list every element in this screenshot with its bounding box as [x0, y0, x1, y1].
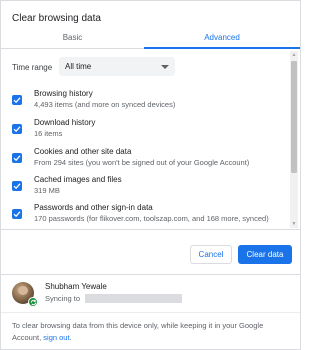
tab-basic[interactable]: Basic	[1, 29, 144, 49]
dialog-title: Clear browsing data	[12, 13, 101, 24]
checkbox-checked-icon[interactable]	[12, 124, 22, 134]
option-cached-images[interactable]: Cached images and files 319 MB	[12, 175, 290, 201]
option-cookies[interactable]: Cookies and other site data From 294 sit…	[12, 147, 290, 173]
syncing-label: Syncing to	[45, 294, 81, 303]
option-description: 319 MB	[34, 186, 60, 195]
divider	[1, 229, 300, 230]
option-description: 4,493 items (and more on synced devices)	[34, 100, 176, 109]
option-description: From 294 sites (you won't be signed out …	[34, 158, 250, 167]
active-tab-indicator	[144, 47, 300, 49]
divider	[1, 312, 300, 313]
option-passwords[interactable]: Passwords and other sign-in data 170 pas…	[12, 203, 290, 229]
scroll-up-arrow-icon[interactable]: ▲	[290, 51, 298, 59]
time-range-label: Time range	[12, 63, 53, 72]
option-browsing-history[interactable]: Browsing history 4,493 items (and more o…	[12, 89, 290, 115]
option-title: Cookies and other site data	[34, 147, 132, 156]
clear-data-button[interactable]: Clear data	[238, 245, 292, 264]
option-download-history[interactable]: Download history 16 items	[12, 118, 290, 144]
account-section: Shubham Yewale Syncing to	[1, 275, 300, 312]
clear-browsing-data-dialog: Clear browsing data Basic Advanced Time …	[0, 0, 301, 350]
footer-note: To clear browsing data from this device …	[12, 320, 292, 344]
redacted-email	[85, 294, 182, 303]
checkbox-checked-icon[interactable]	[12, 153, 22, 163]
tab-bar: Basic Advanced	[1, 29, 300, 49]
checkbox-checked-icon[interactable]	[12, 181, 22, 191]
option-description: 170 passwords (for flikover.com, toolsza…	[34, 214, 269, 223]
sign-out-link[interactable]: sign out.	[43, 333, 71, 342]
account-name: Shubham Yewale	[45, 282, 107, 291]
time-range-value: All time	[65, 62, 92, 71]
sync-icon	[28, 297, 38, 307]
checkbox-checked-icon[interactable]	[12, 209, 22, 219]
tab-advanced[interactable]: Advanced	[144, 29, 300, 49]
cancel-button[interactable]: Cancel	[190, 245, 232, 264]
option-title: Download history	[34, 118, 96, 127]
time-range-select[interactable]: All time	[59, 57, 175, 76]
option-description: 16 items	[34, 129, 63, 138]
option-title: Cached images and files	[34, 175, 122, 184]
option-title: Passwords and other sign-in data	[34, 203, 153, 212]
scroll-down-arrow-icon[interactable]: ▼	[290, 220, 298, 228]
scrollbar-thumb[interactable]	[291, 61, 297, 173]
checkbox-checked-icon[interactable]	[12, 95, 22, 105]
option-title: Browsing history	[34, 89, 93, 98]
dropdown-arrow-icon	[161, 65, 169, 69]
